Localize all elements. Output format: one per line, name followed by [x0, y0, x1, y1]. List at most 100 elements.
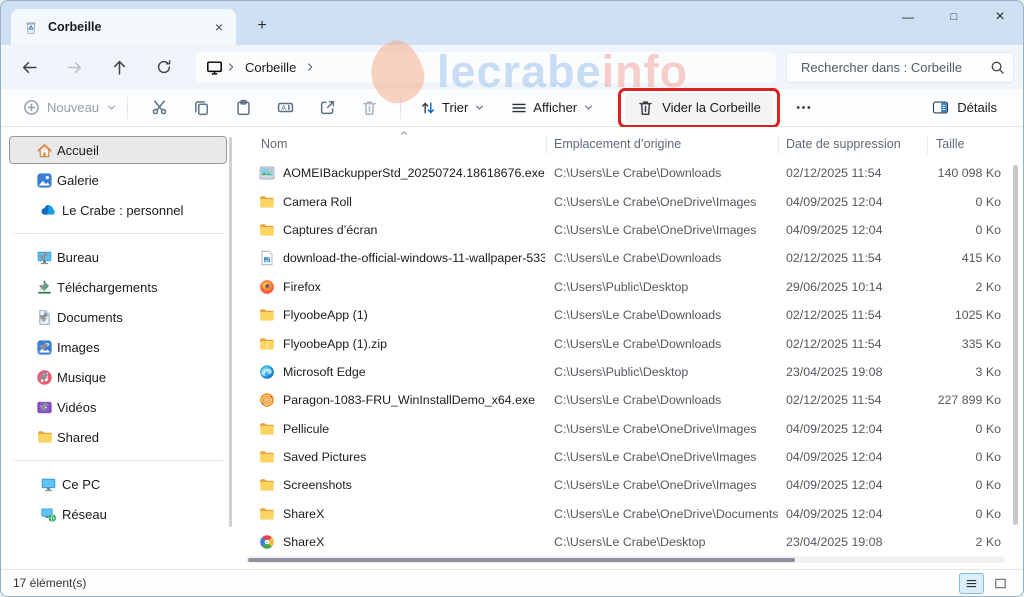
table-row[interactable]: Captures d’écran C:\Users\Le Crabe\OneDr…	[241, 216, 1007, 244]
minimize-button[interactable]: —	[885, 1, 931, 33]
file-name[interactable]: Camera Roll	[283, 195, 545, 209]
command-toolbar: Nouveau A Trier Afficher Vider la Corbei…	[1, 89, 1023, 127]
folder-icon	[259, 307, 275, 323]
origin-path: C:\Users\Le Crabe\Downloads	[554, 308, 721, 322]
origin-path: C:\Users\Public\Desktop	[554, 365, 688, 379]
sidebar-scrollbar[interactable]	[229, 137, 232, 527]
column-divider[interactable]	[778, 136, 779, 154]
paste-button[interactable]	[222, 93, 264, 123]
view-button[interactable]: Afficher	[502, 93, 603, 123]
more-options-button[interactable]	[787, 93, 821, 123]
toolbar-separator	[400, 97, 401, 119]
table-row[interactable]: download-the-official-windows-11-wallpap…	[241, 244, 1007, 272]
sidebar-item-le-crabe-personnel[interactable]: Le Crabe : personnel	[9, 196, 227, 224]
folder-icon	[259, 477, 275, 493]
table-row[interactable]: ShareX C:\Users\Le Crabe\Desktop 23/04/2…	[241, 528, 1007, 556]
file-name[interactable]: Screenshots	[283, 478, 545, 492]
cut-button[interactable]	[138, 93, 180, 123]
firefox-icon	[259, 279, 275, 295]
new-tab-button[interactable]: +	[249, 13, 275, 39]
tab-corbeille[interactable]: Corbeille ×	[11, 9, 236, 45]
horizontal-scrollbar[interactable]	[245, 556, 1005, 563]
column-header-name[interactable]: Nom	[261, 137, 287, 151]
horizontal-scrollbar-thumb[interactable]	[248, 558, 795, 562]
refresh-button[interactable]	[147, 52, 181, 82]
file-name[interactable]: download-the-official-windows-11-wallpap…	[283, 251, 545, 265]
toolbar-separator	[127, 97, 128, 119]
origin-path: C:\Users\Le Crabe\OneDrive\Documents	[554, 507, 779, 521]
search-box[interactable]	[786, 52, 1014, 83]
empty-recycle-bin-button[interactable]: Vider la Corbeille	[625, 93, 773, 123]
up-button[interactable]	[102, 52, 136, 82]
forward-button[interactable]	[57, 52, 91, 82]
rename-button[interactable]: A	[264, 93, 306, 123]
tab-close-icon[interactable]: ×	[210, 18, 228, 36]
table-row[interactable]: AOMEIBackupperStd_20250724.18618676.exe …	[241, 159, 1007, 187]
file-name[interactable]: Paragon-1083-FRU_WinInstallDemo_x64.exe	[283, 393, 545, 407]
vertical-scrollbar[interactable]	[1013, 165, 1018, 525]
sidebar-item-documents[interactable]: Documents	[9, 303, 227, 331]
file-name[interactable]: FlyoobeApp (1).zip	[283, 337, 545, 351]
thumbnail-view-toggle[interactable]	[988, 573, 1013, 594]
sidebar-item-shared[interactable]: Shared	[9, 423, 227, 451]
chevron-right-icon[interactable]	[304, 61, 316, 73]
search-input[interactable]	[799, 59, 990, 76]
details-pane-button[interactable]: Détails	[924, 93, 1005, 123]
file-name[interactable]: Saved Pictures	[283, 450, 545, 464]
column-divider[interactable]	[546, 136, 547, 154]
file-name[interactable]: AOMEIBackupperStd_20250724.18618676.exe	[283, 166, 545, 180]
sidebar-item-videos[interactable]: Vidéos	[9, 393, 227, 421]
sidebar-item-reseau[interactable]: Réseau	[9, 500, 227, 528]
file-size: 2 Ko	[927, 535, 1001, 549]
file-name[interactable]: Microsoft Edge	[283, 365, 545, 379]
column-header-origin[interactable]: Emplacement d’origine	[554, 137, 681, 151]
table-row[interactable]: FlyoobeApp (1) C:\Users\Le Crabe\Downloa…	[241, 301, 1007, 329]
close-button[interactable]: ×	[977, 1, 1023, 33]
breadcrumb-corbeille[interactable]: Corbeille	[239, 60, 302, 75]
file-size: 415 Ko	[927, 251, 1001, 265]
file-name[interactable]: Captures d’écran	[283, 223, 545, 237]
sidebar-item-galerie[interactable]: Galerie	[9, 166, 227, 194]
table-row[interactable]: Microsoft Edge C:\Users\Public\Desktop 2…	[241, 358, 1007, 386]
pin-icon	[36, 340, 50, 354]
table-row[interactable]: Saved Pictures C:\Users\Le Crabe\OneDriv…	[241, 443, 1007, 471]
new-button[interactable]: Nouveau	[23, 99, 117, 116]
file-name[interactable]: Pellicule	[283, 422, 545, 436]
file-size: 0 Ko	[927, 478, 1001, 492]
window-controls: — □ ×	[885, 1, 1023, 33]
search-icon[interactable]	[990, 60, 1005, 75]
copy-button[interactable]	[180, 93, 222, 123]
desktop-breadcrumb-icon[interactable]	[206, 59, 223, 76]
column-divider[interactable]	[927, 136, 928, 154]
maximize-button[interactable]: □	[931, 1, 977, 33]
table-row[interactable]: Paragon-1083-FRU_WinInstallDemo_x64.exe …	[241, 386, 1007, 414]
gallery-icon	[36, 172, 53, 189]
sidebar-item-telechargements[interactable]: Téléchargements	[9, 273, 227, 301]
table-row[interactable]: Firefox C:\Users\Public\Desktop 29/06/20…	[241, 273, 1007, 301]
delete-button[interactable]	[348, 93, 390, 123]
sort-button[interactable]: Trier	[411, 93, 494, 123]
column-header-size[interactable]: Taille	[936, 137, 965, 151]
file-name[interactable]: FlyoobeApp (1)	[283, 308, 545, 322]
sidebar-item-images[interactable]: Images	[9, 333, 227, 361]
file-name[interactable]: ShareX	[283, 507, 545, 521]
table-row[interactable]: Camera Roll C:\Users\Le Crabe\OneDrive\I…	[241, 187, 1007, 215]
table-row[interactable]: FlyoobeApp (1).zip C:\Users\Le Crabe\Dow…	[241, 329, 1007, 357]
file-explorer-window: Corbeille × + — □ × Corbeille Nouveau	[0, 0, 1024, 597]
table-row[interactable]: Screenshots C:\Users\Le Crabe\OneDrive\I…	[241, 471, 1007, 499]
file-name[interactable]: ShareX	[283, 535, 545, 549]
table-row[interactable]: ShareX C:\Users\Le Crabe\OneDrive\Docume…	[241, 500, 1007, 528]
address-bar[interactable]: Corbeille	[196, 52, 776, 83]
details-view-toggle[interactable]	[959, 573, 984, 594]
chevron-right-icon[interactable]	[225, 61, 237, 73]
table-row[interactable]: Pellicule C:\Users\Le Crabe\OneDrive\Ima…	[241, 415, 1007, 443]
sidebar-item-ce-pc[interactable]: Ce PC	[9, 470, 227, 498]
back-button[interactable]	[12, 52, 46, 82]
sidebar-item-accueil[interactable]: Accueil	[9, 136, 227, 164]
sidebar-item-bureau[interactable]: Bureau	[9, 243, 227, 271]
sidebar-item-musique[interactable]: Musique	[9, 363, 227, 391]
column-header-deleted[interactable]: Date de suppression	[786, 137, 901, 151]
file-name[interactable]: Firefox	[283, 280, 545, 294]
origin-path: C:\Users\Le Crabe\Downloads	[554, 393, 721, 407]
share-button[interactable]	[306, 93, 348, 123]
